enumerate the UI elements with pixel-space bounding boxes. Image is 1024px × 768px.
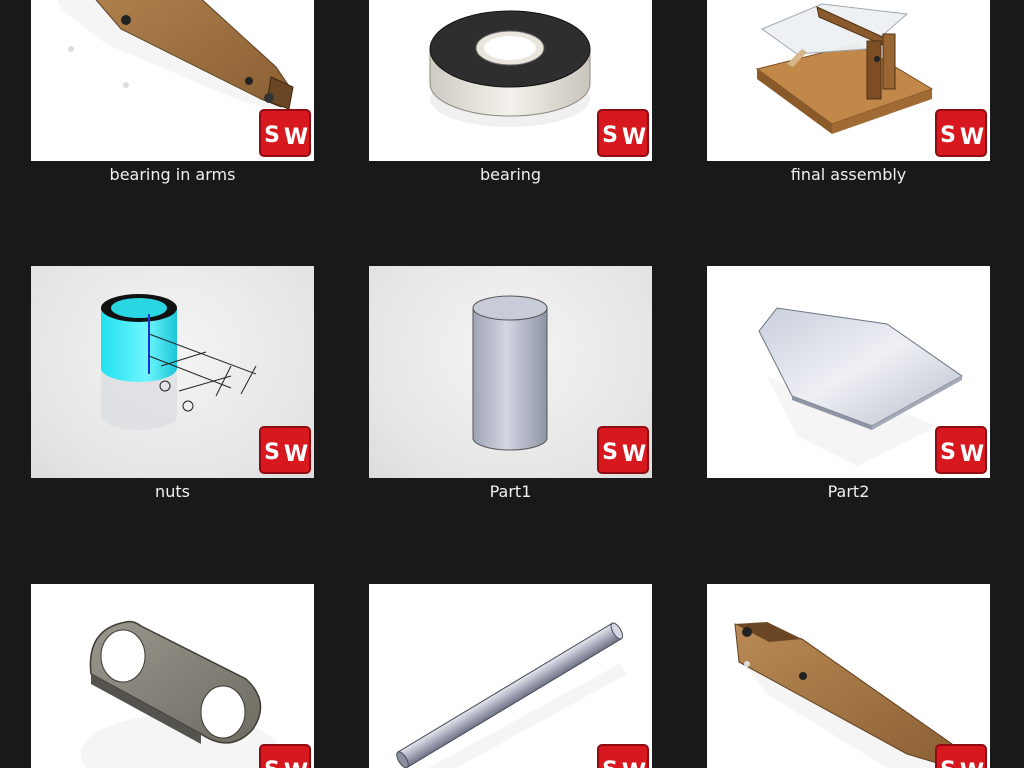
solidworks-icon: S W (259, 744, 311, 768)
svg-text:S: S (602, 758, 618, 768)
file-thumbnail[interactable]: S W (31, 266, 314, 478)
file-tile-nuts[interactable]: S W nuts (31, 266, 314, 502)
solidworks-icon: S W (597, 109, 649, 157)
file-tile-part2[interactable]: S W Part2 (707, 266, 990, 502)
file-tile-part1[interactable]: S W Part1 (369, 266, 652, 502)
svg-text:W: W (622, 760, 646, 768)
file-thumbnail-grid: S W bearing in arms S W bearing S W fina… (0, 0, 1024, 768)
file-name: bearing (479, 165, 542, 184)
solidworks-icon: S W (597, 426, 649, 474)
metal-rod-icon (396, 622, 627, 768)
solidworks-icon: S W (935, 744, 987, 768)
file-thumbnail[interactable]: S W (31, 0, 314, 161)
solidworks-icon: S W (935, 109, 987, 157)
file-name: bearing in arms (109, 165, 236, 184)
file-name: nuts (155, 482, 190, 501)
svg-text:W: W (960, 442, 984, 467)
file-tile-link[interactable]: S W (31, 584, 314, 768)
svg-text:W: W (284, 125, 308, 150)
svg-text:S: S (264, 440, 280, 465)
svg-text:S: S (602, 440, 618, 465)
file-thumbnail[interactable]: S W (31, 584, 314, 768)
svg-text:W: W (622, 125, 646, 150)
svg-text:S: S (602, 123, 618, 148)
file-tile-bearing-in-arms[interactable]: S W bearing in arms (31, 0, 314, 185)
svg-text:W: W (960, 125, 984, 150)
solidworks-icon: S W (259, 426, 311, 474)
svg-text:S: S (940, 758, 956, 768)
file-tile-bearing[interactable]: S W bearing (369, 0, 652, 185)
file-thumbnail[interactable]: S W (369, 0, 652, 161)
svg-text:S: S (940, 123, 956, 148)
svg-text:W: W (622, 442, 646, 467)
file-thumbnail[interactable]: S W (707, 266, 990, 478)
wooden-arm-icon (734, 622, 963, 768)
svg-text:W: W (960, 760, 984, 768)
file-thumbnail[interactable]: S W (707, 584, 990, 768)
file-thumbnail[interactable]: S W (369, 266, 652, 478)
file-thumbnail[interactable]: S W (707, 0, 990, 161)
file-name: Part2 (827, 482, 870, 501)
solidworks-icon: S W (597, 744, 649, 768)
file-name: final assembly (790, 165, 907, 184)
two-hole-link-icon (81, 620, 281, 768)
file-name: Part1 (489, 482, 532, 501)
svg-text:S: S (940, 440, 956, 465)
file-tile-rod[interactable]: S W (369, 584, 652, 768)
file-thumbnail[interactable]: S W (369, 584, 652, 768)
svg-text:W: W (284, 442, 308, 467)
solidworks-icon: S W (935, 426, 987, 474)
svg-text:W: W (284, 760, 308, 768)
file-tile-arm[interactable]: S W (707, 584, 990, 768)
file-tile-final-assembly[interactable]: S W final assembly (707, 0, 990, 185)
svg-text:S: S (264, 123, 280, 148)
svg-text:S: S (264, 758, 280, 768)
solidworks-icon: S W (259, 109, 311, 157)
